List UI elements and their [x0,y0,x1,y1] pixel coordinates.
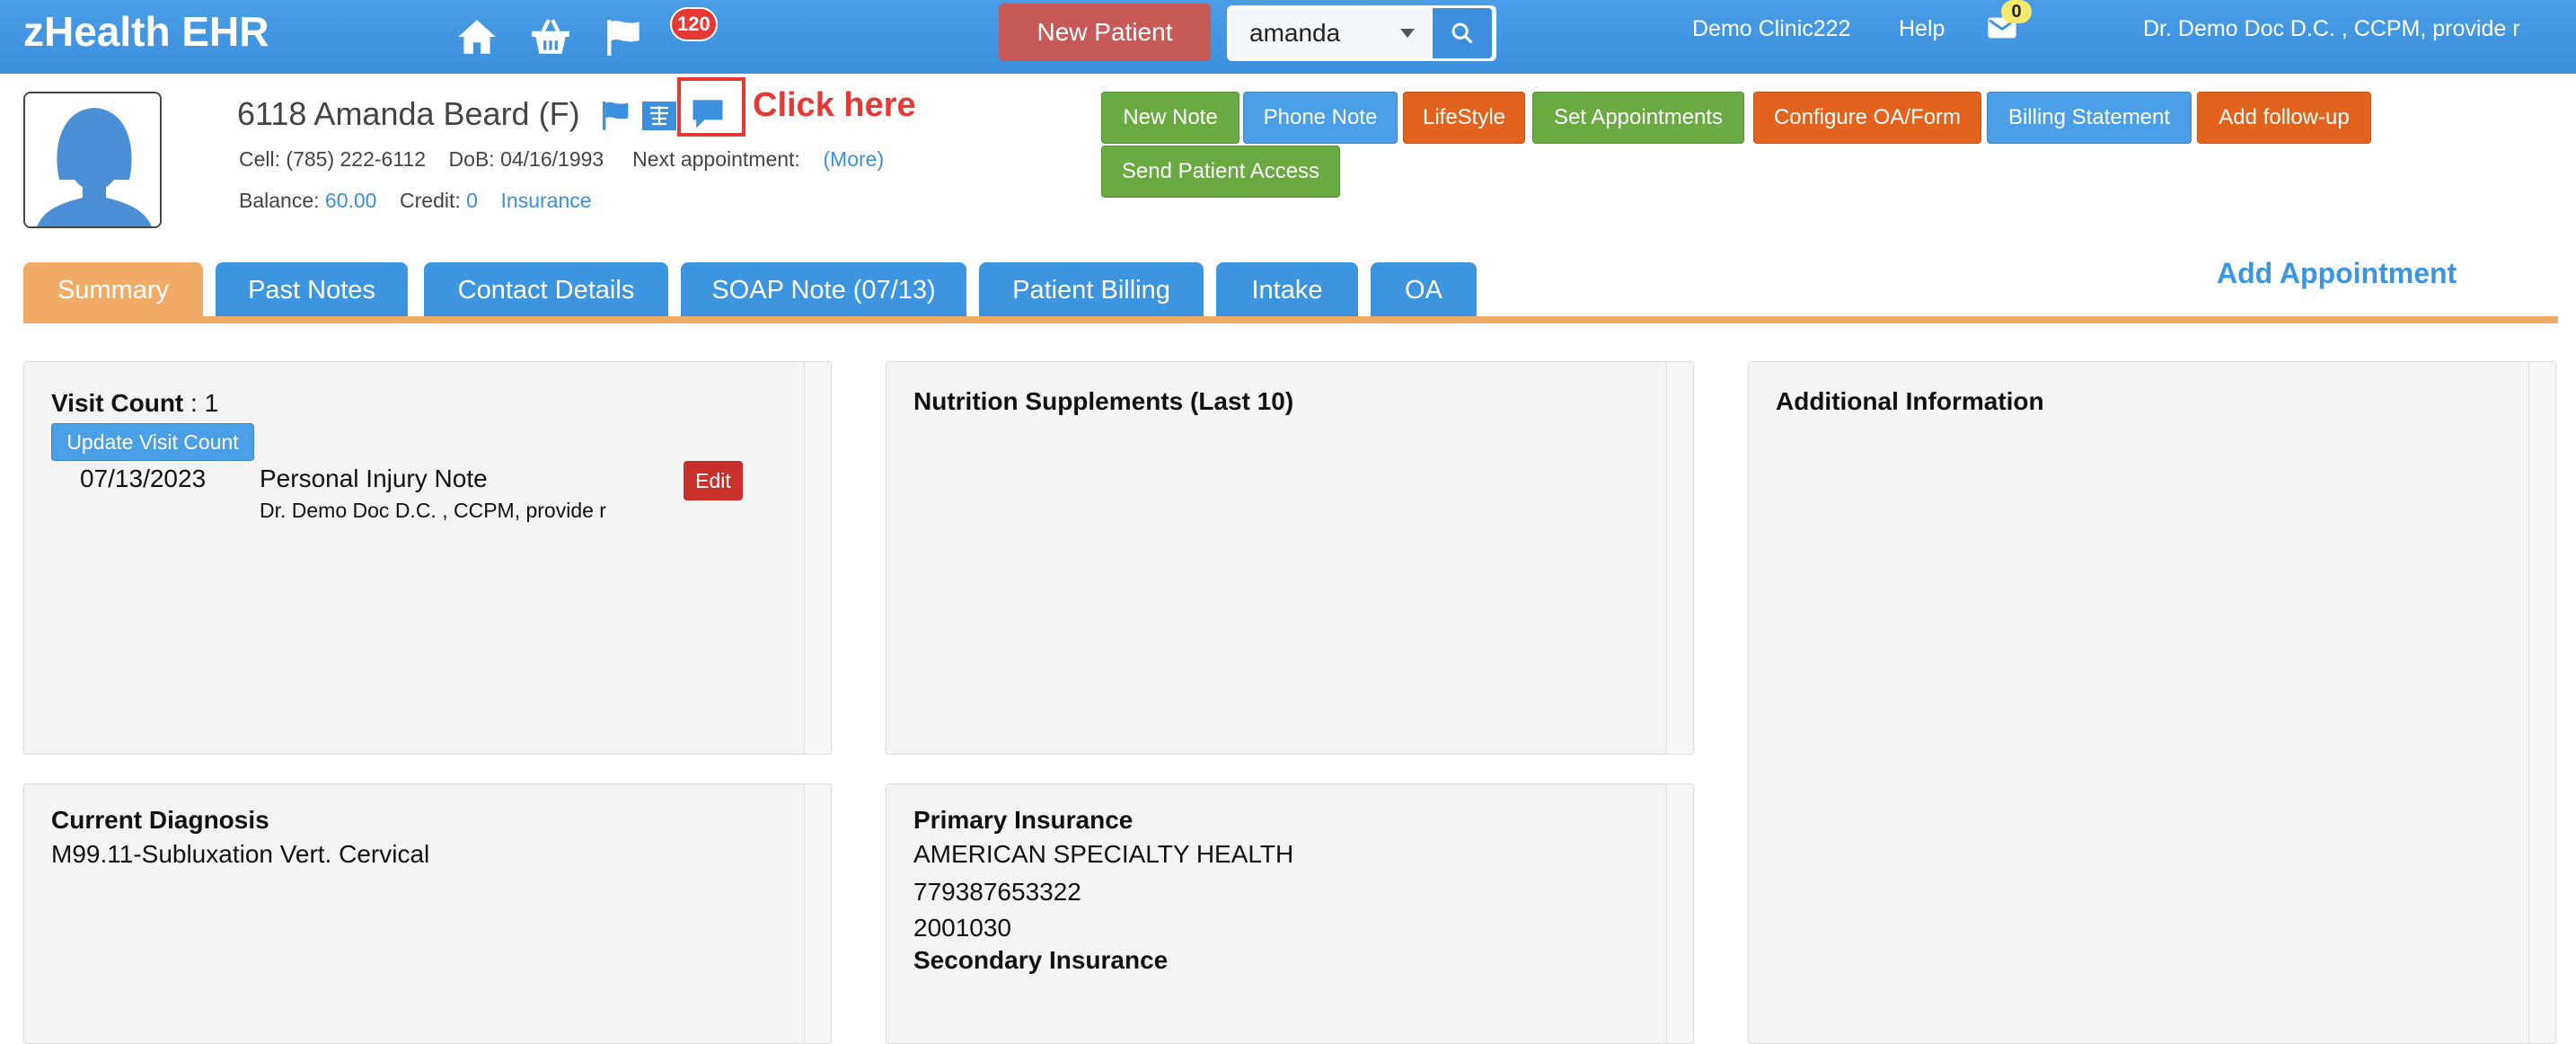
search-icon [1451,22,1473,44]
secondary-insurance-title: Secondary Insurance [913,946,1169,974]
add-follow-up-button[interactable]: Add follow-up [2197,92,2371,144]
dob-label: DoB: [448,147,495,171]
insurance-link[interactable]: Insurance [501,189,592,212]
balance-value[interactable]: 60.00 [325,189,377,212]
configure-oa-form-button[interactable]: Configure OA/Form [1753,92,1981,144]
additional-info-title: Additional Information [1776,387,2044,415]
search-button[interactable] [1433,8,1492,58]
dob-value: 04/16/1993 [500,147,604,171]
visit-note-title[interactable]: Personal Injury Note [260,464,488,493]
search-input[interactable] [1230,9,1382,58]
insurance-panel: Primary Insurance AMERICAN SPECIALTY HEA… [886,783,1694,1044]
diagnosis-title: Current Diagnosis [51,806,269,834]
visit-count-title: Visit Count : 1 [51,389,218,418]
mail-badge[interactable]: 0 [2001,0,2032,23]
chat-bubble-icon[interactable] [688,93,724,129]
flag-icon[interactable] [600,13,648,61]
visit-count-value: : 1 [183,389,219,417]
visit-count-panel: Visit Count : 1 Update Visit Count 07/13… [23,361,832,755]
tab-soap-note[interactable]: SOAP Note (07/13) [681,262,966,318]
top-navbar: zHealth EHR 120 New Patient Demo Clinic2… [0,0,2576,74]
tab-past-notes[interactable]: Past Notes [216,262,408,318]
home-icon[interactable] [453,13,501,61]
user-menu[interactable]: Dr. Demo Doc D.C. , CCPM, provide r [2143,16,2520,42]
panel-scrollbar[interactable] [1666,784,1693,1043]
panel-scrollbar[interactable] [804,784,831,1043]
more-link[interactable]: (More) [823,147,884,171]
diagnosis-code: M99.11-Subluxation Vert. Cervical [51,840,430,868]
billing-statement-button[interactable]: Billing Statement [1987,92,2192,144]
tab-intake[interactable]: Intake [1216,262,1358,318]
cell-label: Cell: [239,147,281,171]
notification-badge[interactable]: 120 [670,7,718,41]
set-appointments-button[interactable]: Set Appointments [1532,92,1744,144]
clinic-selector[interactable]: Demo Clinic222 [1692,16,1850,42]
insurance-member-id: 779387653322 [913,878,1081,906]
panel-scrollbar[interactable] [804,362,831,754]
edit-visit-button[interactable]: Edit [684,461,743,500]
chinese-language-icon[interactable] [641,101,677,137]
brand-logo[interactable]: zHealth EHR [23,7,269,56]
lifestyle-button[interactable]: LifeStyle [1403,92,1525,144]
nutrition-title: Nutrition Supplements (Last 10) [913,387,1294,415]
additional-info-panel: Additional Information [1748,361,2556,1044]
next-appointment-label: Next appointment: [632,147,800,171]
diagnosis-panel: Current Diagnosis M99.11-Subluxation Ver… [23,783,832,1044]
basket-icon[interactable] [526,13,575,61]
balance-label: Balance: [239,189,320,212]
credit-value[interactable]: 0 [466,189,478,212]
patient-balance-line: Balance: 60.00 Credit: 0 Insurance [239,189,592,213]
patient-name: 6118 Amanda Beard (F) [237,95,580,132]
tab-contact-details[interactable]: Contact Details [424,262,668,318]
add-appointment-link[interactable]: Add Appointment [2217,257,2457,290]
send-patient-access-button[interactable]: Send Patient Access [1101,146,1340,198]
phone-note-button[interactable]: Phone Note [1243,92,1398,144]
chevron-down-icon[interactable] [1382,9,1433,58]
cell-phone: (785) 222-6112 [286,147,426,171]
panel-scrollbar[interactable] [2528,362,2555,1043]
tab-patient-billing[interactable]: Patient Billing [979,262,1204,318]
visit-count-label: Visit Count [51,389,184,417]
patient-contact-line: Cell: (785) 222-6112 DoB: 04/16/1993 Nex… [239,147,884,172]
patient-search [1227,5,1496,61]
update-visit-count-button[interactable]: Update Visit Count [51,423,254,461]
primary-insurance-title: Primary Insurance [913,806,1134,834]
insurance-name: AMERICAN SPECIALTY HEALTH [913,840,1294,868]
flag-icon[interactable] [598,97,634,133]
visit-doctor: Dr. Demo Doc D.C. , CCPM, provide r [260,499,606,522]
help-link[interactable]: Help [1899,16,1945,42]
tab-summary[interactable]: Summary [23,262,203,318]
credit-label: Credit: [400,189,461,212]
click-here-callout: Click here [753,86,916,124]
visit-date: 07/13/2023 [80,464,207,492]
nutrition-panel: Nutrition Supplements (Last 10) [886,361,1694,755]
tab-underline [23,316,2558,323]
avatar [23,92,162,228]
new-note-button[interactable]: New Note [1101,92,1239,144]
insurance-group: 2001030 [913,914,1012,942]
new-patient-button[interactable]: New Patient [999,4,1211,61]
tab-oa[interactable]: OA [1371,262,1477,318]
panel-scrollbar[interactable] [1666,362,1693,754]
